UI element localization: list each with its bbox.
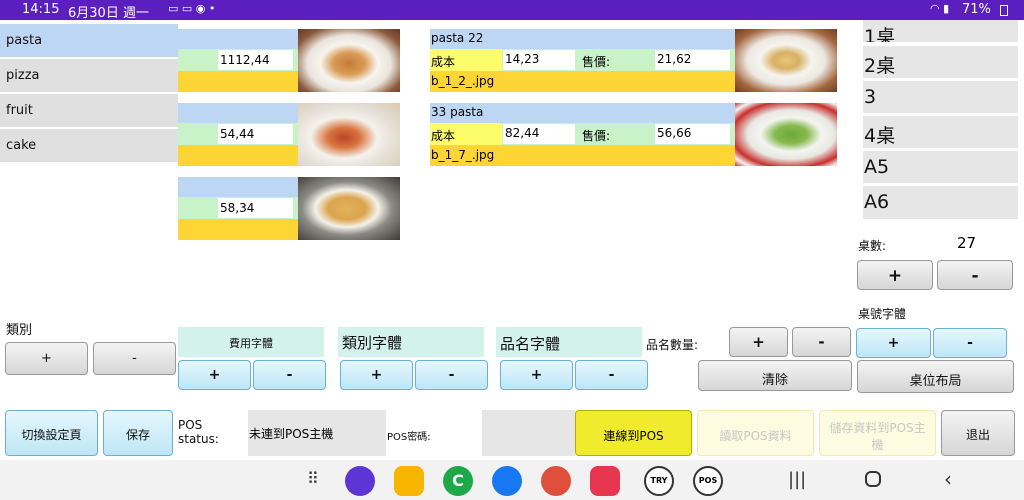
item-name-bar bbox=[178, 103, 298, 123]
table-layout-button[interactable]: 桌位布局 bbox=[857, 360, 1014, 393]
name-count-plus-button[interactable]: + bbox=[729, 327, 788, 357]
food-image bbox=[298, 177, 400, 240]
category-font-plus-button[interactable]: + bbox=[340, 360, 413, 390]
cost-label: 成本 bbox=[430, 49, 502, 71]
table-count-plus-button[interactable]: + bbox=[857, 260, 933, 290]
sale-label: 售價: bbox=[582, 55, 611, 69]
price-field[interactable]: 1112,44 bbox=[218, 50, 293, 70]
price-font-plus-button[interactable]: + bbox=[178, 360, 251, 390]
cost-label: 成本 bbox=[430, 123, 502, 145]
food-image bbox=[735, 29, 837, 92]
battery-level: 71% bbox=[962, 2, 991, 17]
sale-label: 售價: bbox=[582, 129, 611, 143]
switch-settings-button[interactable]: 切換設定頁 bbox=[5, 410, 98, 456]
item-card[interactable]: 54,44 bbox=[178, 103, 400, 166]
food-image bbox=[735, 103, 837, 166]
item-name: pasta 22 bbox=[430, 29, 735, 49]
save-button[interactable]: 保存 bbox=[103, 410, 173, 456]
item-card[interactable]: pasta 22 成本 14,23 售價: 21,62 b_1_2_.jpg bbox=[430, 29, 837, 92]
table-font-label: 桌號字體 bbox=[858, 307, 907, 321]
clear-button[interactable]: 清除 bbox=[698, 360, 852, 391]
status-date: 6月30日 週一 bbox=[68, 6, 149, 21]
home-icon[interactable] bbox=[865, 471, 881, 487]
item-card[interactable]: 58,34 bbox=[178, 177, 400, 240]
table-item[interactable]: 3 bbox=[863, 81, 1018, 113]
connect-pos-button[interactable]: 連線到POS bbox=[575, 410, 692, 456]
category-font-minus-button[interactable]: - bbox=[415, 360, 488, 390]
item-file-bar bbox=[178, 145, 298, 166]
category-label: 類別 bbox=[6, 323, 33, 338]
table-count-minus-button[interactable]: - bbox=[937, 260, 1013, 290]
item-file: b_1_2_.jpg bbox=[430, 71, 735, 92]
item-file-bar bbox=[178, 71, 298, 92]
table-item[interactable]: 4桌 bbox=[863, 116, 1018, 148]
app-icon[interactable] bbox=[345, 466, 375, 496]
item-card[interactable]: 33 pasta 成本 82,44 售價: 56,66 b_1_7_.jpg bbox=[430, 103, 837, 166]
item-file: b_1_7_.jpg bbox=[430, 145, 735, 166]
feed-pos-app-icon[interactable]: POS bbox=[693, 466, 723, 496]
folder-app-icon[interactable] bbox=[394, 466, 424, 496]
read-pos-data-button[interactable]: 讀取POS資料 bbox=[697, 410, 814, 456]
name-font-plus-button[interactable]: + bbox=[500, 360, 573, 390]
food-image bbox=[298, 29, 400, 92]
item-file-bar bbox=[178, 219, 298, 240]
sale-field[interactable]: 56,66 bbox=[655, 124, 730, 144]
table-font-plus-button[interactable]: + bbox=[856, 328, 931, 358]
pos-status-value: 未連到POS主機 bbox=[248, 410, 386, 456]
category-item-fruit[interactable]: fruit bbox=[0, 94, 178, 127]
item-name-bar bbox=[178, 177, 298, 197]
item-card[interactable]: 1112,44 bbox=[178, 29, 400, 92]
name-count-minus-button[interactable]: - bbox=[792, 327, 851, 357]
table-item[interactable]: 1桌 bbox=[863, 20, 1018, 42]
category-item-cake[interactable]: cake bbox=[0, 129, 178, 162]
price-field[interactable]: 58,34 bbox=[218, 198, 293, 218]
table-item[interactable]: 2桌 bbox=[863, 46, 1018, 78]
price-field[interactable]: 54,44 bbox=[218, 124, 293, 144]
item-name: 33 pasta bbox=[430, 103, 735, 123]
price-font-label: 費用字體 bbox=[178, 327, 324, 357]
cost-field[interactable]: 82,44 bbox=[503, 124, 575, 144]
store-to-pos-button[interactable]: 儲存資料到POS主機 bbox=[819, 410, 936, 456]
recent-apps-icon[interactable]: ||| bbox=[788, 469, 806, 490]
price-font-minus-button[interactable]: - bbox=[253, 360, 326, 390]
pos-status-label: POS status: bbox=[178, 418, 219, 446]
notification-icons: ▭ ▭ ◉ • bbox=[168, 2, 216, 15]
c-app-icon[interactable]: C bbox=[443, 466, 473, 496]
category-font-label: 類別字體 bbox=[338, 327, 484, 357]
messages-app-icon[interactable] bbox=[492, 466, 522, 496]
table-item[interactable]: A6 bbox=[863, 186, 1018, 219]
name-font-minus-button[interactable]: - bbox=[575, 360, 648, 390]
cost-field[interactable]: 14,23 bbox=[503, 50, 575, 70]
status-time: 14:15 bbox=[22, 2, 60, 17]
navigation-bar: ⠿ C TRY POS ||| ‹ bbox=[0, 460, 1024, 500]
table-count-label: 桌數: bbox=[858, 239, 887, 253]
person-app-icon[interactable] bbox=[541, 466, 571, 496]
status-bar: 14:15 6月30日 週一 ▭ ▭ ◉ • ◠ ▮ 71% bbox=[0, 0, 1024, 21]
category-item-pasta[interactable]: pasta bbox=[0, 24, 178, 57]
name-font-label: 品名字體 bbox=[496, 327, 642, 357]
sale-field[interactable]: 21,62 bbox=[655, 50, 730, 70]
food-image bbox=[298, 103, 400, 166]
pos-password-label: POS密碼: bbox=[387, 432, 431, 443]
category-minus-button[interactable]: - bbox=[93, 342, 176, 375]
feed-try-app-icon[interactable]: TRY bbox=[644, 466, 674, 496]
wifi-signal-icon: ◠ ▮ bbox=[930, 2, 950, 15]
exit-button[interactable]: 退出 bbox=[941, 410, 1015, 456]
battery-icon bbox=[1000, 5, 1008, 16]
pos-password-field[interactable] bbox=[482, 410, 575, 456]
table-item[interactable]: A5 bbox=[863, 151, 1018, 183]
category-plus-button[interactable]: + bbox=[5, 342, 88, 375]
category-item-pizza[interactable]: pizza bbox=[0, 59, 178, 92]
back-icon[interactable]: ‹ bbox=[944, 467, 952, 491]
name-count-label: 品名數量: bbox=[646, 338, 699, 352]
table-font-minus-button[interactable]: - bbox=[933, 328, 1007, 358]
item-name-bar bbox=[178, 29, 298, 49]
app-drawer-icon[interactable]: ⠿ bbox=[307, 469, 319, 488]
table-count-value: 27 bbox=[957, 234, 977, 252]
camera-app-icon[interactable] bbox=[590, 466, 620, 496]
